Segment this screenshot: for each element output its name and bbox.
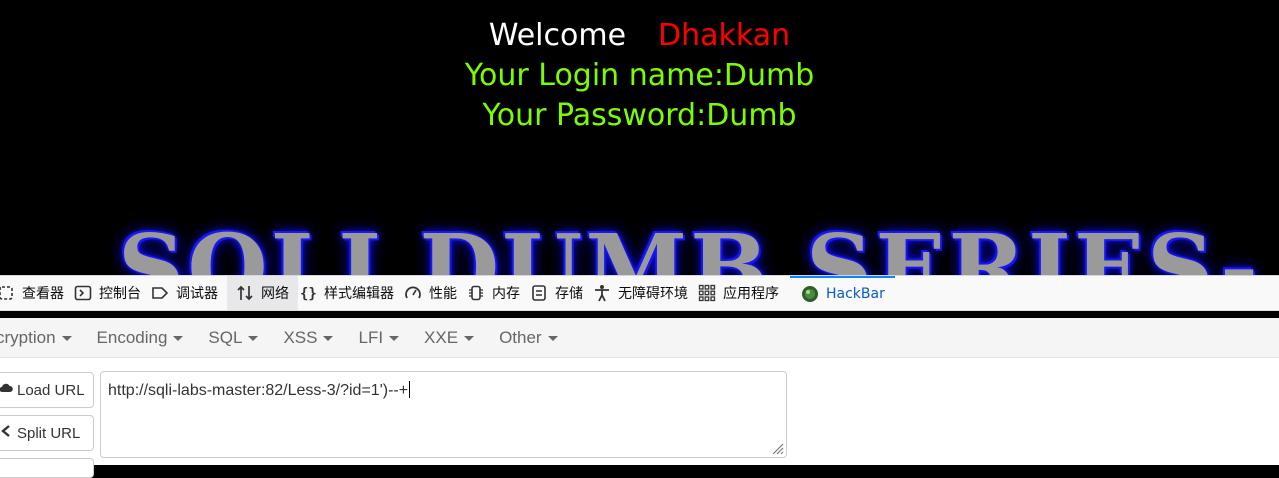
hackbar-panel: Load URL Split URL http://sqli-labs-mast… xyxy=(0,358,1279,478)
caret-down-icon xyxy=(323,336,334,341)
tab-label: 查看器 xyxy=(22,286,64,302)
menu-xss[interactable]: XSS xyxy=(283,327,334,348)
menu-xxe[interactable]: XXE xyxy=(424,327,475,348)
tab-hackbar[interactable]: HackBar xyxy=(790,276,895,310)
tab-debugger[interactable]: 调试器 xyxy=(150,276,227,310)
performance-icon xyxy=(403,283,423,303)
caret-down-icon xyxy=(173,336,184,341)
menu-sql[interactable]: SQL xyxy=(208,327,259,348)
caret-down-icon xyxy=(61,336,72,341)
hackbar-icon xyxy=(800,284,820,304)
tab-performance[interactable]: 性能 xyxy=(403,276,466,310)
style-editor-icon: {} xyxy=(298,283,318,303)
load-url-button[interactable]: Load URL xyxy=(0,372,94,408)
menu-label: Encoding xyxy=(96,327,168,347)
menu-label: XSS xyxy=(283,327,318,347)
debugger-icon xyxy=(150,283,170,303)
menu-label: cryption xyxy=(0,327,56,347)
welcome-line: Welcome Dhakkan xyxy=(0,18,1279,53)
caret-down-icon xyxy=(547,336,558,341)
split-url-button[interactable]: Split URL xyxy=(0,415,94,451)
tab-memory[interactable]: 内存 xyxy=(466,276,529,310)
tab-inspector[interactable]: 查看器 xyxy=(0,276,73,310)
cloud-icon xyxy=(0,381,13,399)
url-textarea[interactable]: http://sqli-labs-master:82/Less-3/?id=1'… xyxy=(100,371,787,458)
network-icon xyxy=(235,283,255,303)
text-cursor xyxy=(409,381,411,398)
memory-icon xyxy=(466,283,486,303)
tab-label: 性能 xyxy=(429,286,457,302)
sqli-dumb-series-banner: SQLI DUMB SERIES- xyxy=(118,214,1262,275)
tab-network[interactable]: 网络 xyxy=(227,276,298,310)
split-url-label: Split URL xyxy=(17,424,81,442)
console-icon xyxy=(73,283,93,303)
devtools-tab-bar: 查看器 控制台 调试器 网络 {} 样式编辑器 性能 内存 存储 无障碍环境 应… xyxy=(0,275,1279,311)
application-icon xyxy=(697,283,717,303)
caret-down-icon xyxy=(248,336,259,341)
tab-label: 网络 xyxy=(261,286,289,302)
tab-label: 无障碍环境 xyxy=(618,286,688,302)
menu-encoding[interactable]: Encoding xyxy=(97,328,184,348)
menu-other[interactable]: Other xyxy=(499,328,558,348)
tab-label: 调试器 xyxy=(176,286,218,302)
tab-label: 样式编辑器 xyxy=(324,286,394,302)
welcome-text: Welcome xyxy=(488,18,627,53)
menu-label: Other xyxy=(499,327,542,347)
menu-lfi[interactable]: LFI xyxy=(358,327,400,348)
menu-encryption[interactable]: cryption xyxy=(0,328,72,348)
url-text: http://sqli-labs-master:82/Less-3/?id=1'… xyxy=(108,382,409,399)
password-text: Your Password:Dumb xyxy=(482,98,797,133)
tab-application[interactable]: 应用程序 xyxy=(697,276,788,310)
tab-label: 应用程序 xyxy=(723,286,779,302)
load-url-label: Load URL xyxy=(17,381,85,399)
tab-label: 内存 xyxy=(492,286,520,302)
tab-label: 存储 xyxy=(555,286,583,302)
tab-accessibility[interactable]: 无障碍环境 xyxy=(592,276,697,310)
resize-handle-icon[interactable] xyxy=(770,441,784,455)
menu-label: SQL xyxy=(208,327,243,347)
storage-icon xyxy=(529,283,549,303)
tab-label: HackBar xyxy=(826,286,885,302)
accessibility-icon xyxy=(592,283,612,303)
caret-down-icon xyxy=(464,336,475,341)
login-name-text: Your Login name:Dumb xyxy=(464,58,815,93)
welcome-user-name: Dhakkan xyxy=(658,18,791,53)
svg-text:{}: {} xyxy=(300,286,317,302)
menu-label: LFI xyxy=(358,327,384,347)
hackbar-menu-bar: cryption Encoding SQL XSS LFI XXE Other xyxy=(0,318,1279,358)
menu-label: XXE xyxy=(424,327,459,347)
inspector-icon xyxy=(0,283,16,303)
tab-style-editor[interactable]: {} 样式编辑器 xyxy=(298,276,403,310)
execute-button[interactable] xyxy=(0,458,94,478)
tab-storage[interactable]: 存储 xyxy=(529,276,592,310)
caret-down-icon xyxy=(389,336,400,341)
tab-label: 控制台 xyxy=(99,286,141,302)
tab-console[interactable]: 控制台 xyxy=(73,276,150,310)
web-page: Welcome Dhakkan Your Login name:Dumb Your… xyxy=(0,0,1279,275)
chevron-left-icon xyxy=(0,424,13,442)
